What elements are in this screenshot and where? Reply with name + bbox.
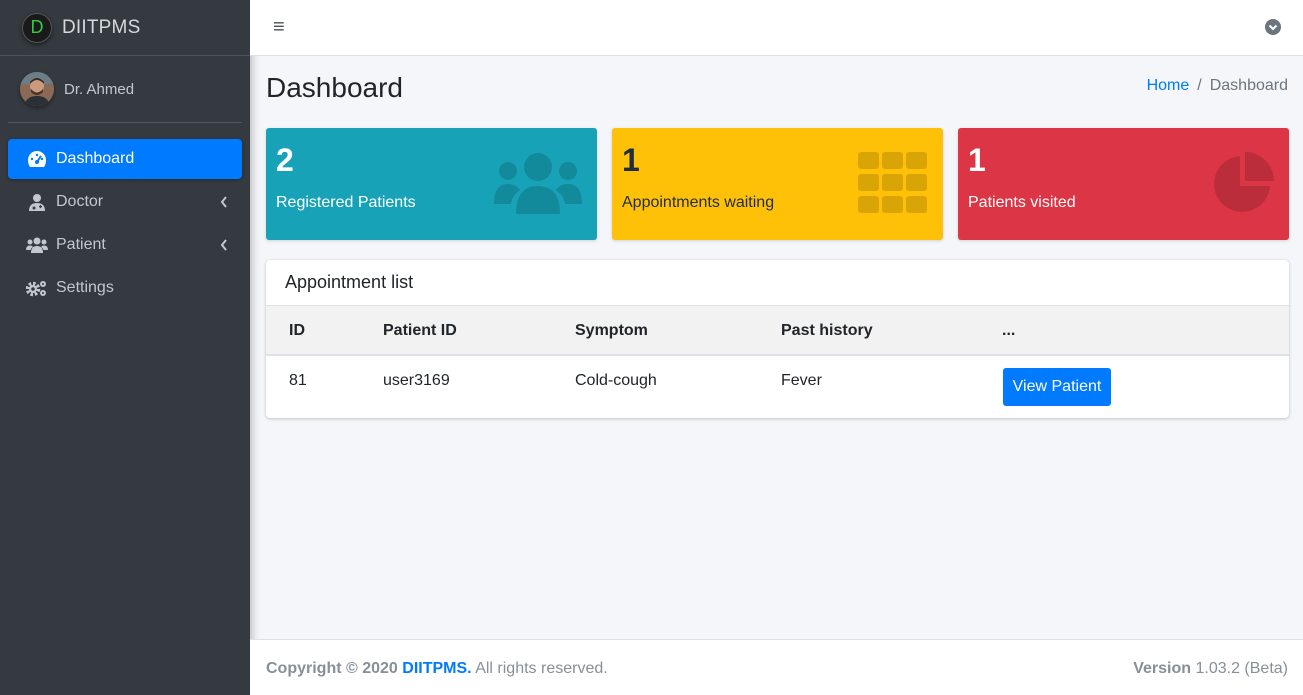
column-header-past-history: Past history [781, 322, 873, 339]
chevron-circle-down-icon[interactable] [1265, 19, 1281, 40]
breadcrumb-home-link[interactable]: Home [1147, 77, 1190, 94]
sidebar-item-label: Patient [56, 236, 106, 253]
footer: Copyright © 2020 DIITPMS. All rights res… [250, 639, 1303, 695]
users-icon [494, 152, 582, 219]
breadcrumb-current: Dashboard [1209, 77, 1288, 94]
footer-version: Version 1.03.2 (Beta) [1133, 660, 1288, 678]
avatar [20, 72, 54, 106]
cogs-icon [25, 278, 49, 298]
brand-name: DIITPMS [62, 16, 141, 38]
stat-label: Patients visited [968, 194, 1076, 211]
version-value: 1.03.2 (Beta) [1195, 660, 1289, 677]
sidebar-item-label: Dashboard [56, 150, 135, 167]
sidebar-item-doctor[interactable]: Doctor [8, 182, 242, 222]
column-header-symptom: Symptom [575, 322, 648, 339]
cell-symptom: Cold-cough [575, 372, 657, 389]
sidebar-item-patient[interactable]: Patient [8, 225, 242, 265]
column-header-patient-id: Patient ID [383, 322, 457, 339]
sidebar-item-dashboard[interactable]: Dashboard [8, 139, 242, 179]
sidebar-item-label: Settings [56, 279, 114, 296]
page-title: Dashboard [266, 72, 403, 103]
cell-past-history: Fever [781, 372, 822, 389]
user-name: Dr. Ahmed [64, 80, 135, 98]
menu-toggle-icon[interactable]: ≡ [273, 16, 285, 39]
top-navbar: ≡ [250, 0, 1303, 56]
stat-box-registered-patients: 2 Registered Patients [266, 128, 597, 240]
rights-text: All rights reserved. [475, 660, 608, 677]
sidebar: D DIITPMS Dr. Ahmed Dashboard Doctor Pat… [0, 0, 250, 695]
footer-copyright: Copyright © 2020 DIITPMS. All rights res… [266, 660, 608, 678]
view-patient-button[interactable]: View Patient [1003, 368, 1111, 406]
stat-box-appointments-waiting: 1 Appointments waiting [612, 128, 943, 240]
cell-patient-id: user3169 [383, 372, 450, 389]
stat-value: 2 [276, 142, 294, 178]
stat-box-patients-visited: 1 Patients visited [958, 128, 1289, 240]
sidebar-item-settings[interactable]: Settings [8, 268, 242, 308]
brand-link[interactable]: D DIITPMS [0, 0, 250, 56]
copyright-text: Copyright © 2020 [266, 660, 398, 677]
version-label: Version [1133, 660, 1192, 677]
table-row: 81 user3169 Cold-cough Fever View Patien… [266, 356, 1289, 418]
tachometer-icon [25, 149, 49, 169]
chevron-left-icon [220, 238, 228, 256]
table-header: ID Patient ID Symptom Past history ... [266, 306, 1289, 356]
column-header-id: ID [289, 322, 305, 339]
cell-id: 81 [289, 372, 307, 389]
users-icon [25, 235, 49, 255]
pie-chart-icon [1212, 152, 1274, 219]
column-header-actions: ... [1002, 322, 1016, 339]
user-panel[interactable]: Dr. Ahmed [8, 56, 242, 123]
user-md-icon [25, 192, 49, 212]
stat-value: 1 [968, 142, 986, 178]
brand-logo: D [22, 12, 52, 43]
footer-brand-link[interactable]: DIITPMS. [402, 660, 471, 677]
breadcrumb-separator: / [1197, 77, 1202, 94]
stat-value: 1 [622, 142, 640, 178]
chevron-left-icon [220, 195, 228, 213]
th-grid-icon [858, 152, 928, 219]
appointment-list-card: Appointment list ID Patient ID Symptom P… [266, 260, 1289, 418]
card-title: Appointment list [266, 260, 1289, 306]
stat-label: Appointments waiting [622, 194, 775, 211]
stat-label: Registered Patients [276, 194, 416, 211]
sidebar-nav: Dashboard Doctor Patient Settings [0, 123, 250, 308]
sidebar-item-label: Doctor [56, 193, 104, 210]
breadcrumb: Home / Dashboard [1147, 77, 1288, 95]
